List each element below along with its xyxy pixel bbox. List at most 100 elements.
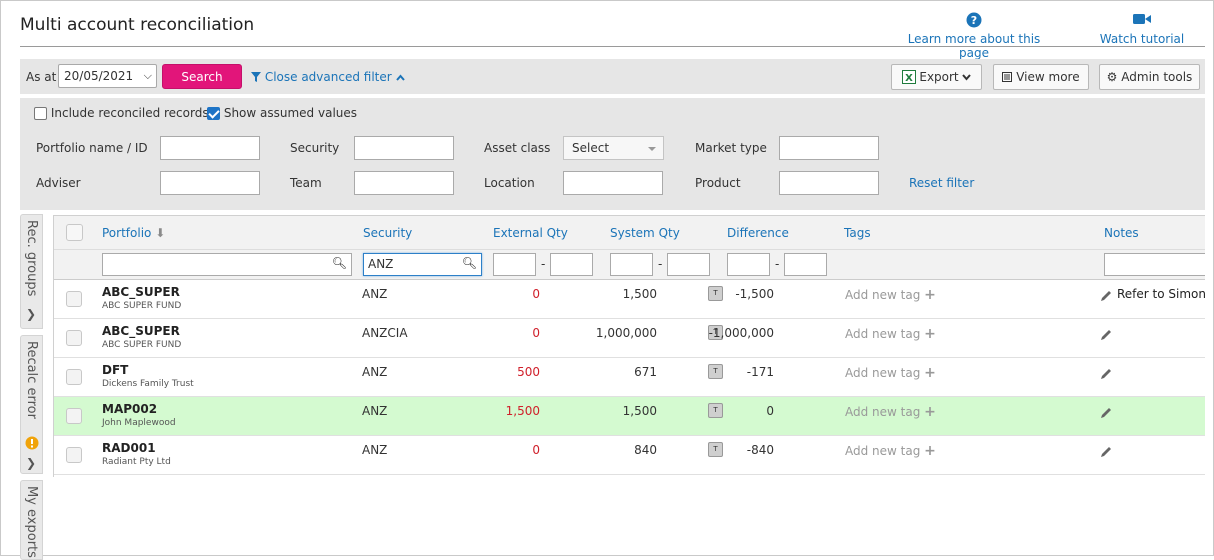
add-tag-label: Add new tag bbox=[845, 366, 921, 380]
system-qty-min-filter[interactable] bbox=[610, 253, 653, 276]
system-qty-cell: 671 bbox=[634, 365, 657, 379]
row-checkbox[interactable] bbox=[66, 447, 82, 463]
column-header-external-qty[interactable]: External Qty bbox=[493, 226, 568, 240]
external-qty-cell: 0 bbox=[532, 287, 540, 301]
add-tag-label: Add new tag bbox=[845, 444, 921, 458]
search-button[interactable]: Search bbox=[162, 64, 242, 89]
include-reconciled-label: Include reconciled records bbox=[50, 106, 209, 120]
row-checkbox[interactable] bbox=[66, 330, 82, 346]
security-cell: ANZ bbox=[362, 287, 388, 301]
plus-icon: + bbox=[924, 287, 936, 303]
plus-icon: + bbox=[924, 443, 936, 459]
difference-cell: -1,000,000 bbox=[708, 326, 774, 340]
edit-note-pencil-icon[interactable] bbox=[1100, 446, 1112, 461]
portfolio-name: Dickens Family Trust bbox=[102, 379, 194, 389]
portfolio-filter-input[interactable] bbox=[160, 136, 260, 160]
portfolio-name: ABC SUPER FUND bbox=[102, 301, 182, 311]
security-filter-input[interactable] bbox=[354, 136, 454, 160]
table-row[interactable]: RAD001 Radiant Pty Ltd ANZ 0 840 T -840 … bbox=[54, 436, 1205, 475]
show-assumed-checkbox[interactable] bbox=[207, 107, 220, 120]
watch-tutorial-link[interactable]: Watch tutorial bbox=[1099, 12, 1185, 46]
edit-note-pencil-icon[interactable] bbox=[1100, 407, 1112, 422]
portfolio-code[interactable]: DFT bbox=[102, 363, 128, 377]
close-advanced-filter-link[interactable]: Close advanced filter bbox=[251, 70, 405, 84]
portfolio-name: ABC SUPER FUND bbox=[102, 340, 182, 350]
add-tag-button[interactable]: Add new tag + bbox=[845, 287, 936, 303]
view-more-label: View more bbox=[1016, 70, 1080, 84]
side-tab-recalc-error[interactable]: Recalc error ❯ bbox=[20, 335, 43, 474]
table-row[interactable]: ABC_SUPER ABC SUPER FUND ANZ 0 1,500 T -… bbox=[54, 280, 1205, 319]
add-tag-button[interactable]: Add new tag + bbox=[845, 326, 936, 342]
portfolio-column-filter[interactable]: 🔍︎ bbox=[102, 253, 352, 276]
portfolio-code[interactable]: ABC_SUPER bbox=[102, 285, 180, 299]
difference-max-filter[interactable] bbox=[784, 253, 827, 276]
video-camera-icon bbox=[1099, 12, 1185, 30]
column-header-security[interactable]: Security bbox=[363, 226, 412, 240]
row-checkbox[interactable] bbox=[66, 369, 82, 385]
portfolio-code[interactable]: RAD001 bbox=[102, 441, 156, 455]
transaction-badge[interactable]: T bbox=[708, 364, 723, 379]
add-tag-button[interactable]: Add new tag + bbox=[845, 365, 936, 381]
add-tag-button[interactable]: Add new tag + bbox=[845, 404, 936, 420]
caret-down-icon bbox=[648, 147, 656, 151]
show-assumed-option[interactable]: Show assumed values bbox=[207, 106, 357, 120]
add-tag-button[interactable]: Add new tag + bbox=[845, 443, 936, 459]
notes-column-filter[interactable] bbox=[1104, 253, 1205, 276]
toolbar: As at 20/05/2021 ⌵ Search Close advanced… bbox=[20, 59, 1205, 94]
transaction-badge[interactable]: T bbox=[708, 403, 723, 418]
external-qty-min-filter[interactable] bbox=[493, 253, 536, 276]
range-separator: - bbox=[658, 257, 663, 271]
table-row[interactable]: ABC_SUPER ABC SUPER FUND ANZCIA 0 1,000,… bbox=[54, 319, 1205, 358]
column-header-notes[interactable]: Notes bbox=[1104, 226, 1139, 240]
column-header-portfolio[interactable]: Portfolio ⬇ bbox=[102, 226, 165, 240]
add-tag-label: Add new tag bbox=[845, 288, 921, 302]
portfolio-code[interactable]: MAP002 bbox=[102, 402, 157, 416]
table-row[interactable]: DFT Dickens Family Trust ANZ 500 671 T -… bbox=[54, 358, 1205, 397]
side-tab-my-exports[interactable]: My exports bbox=[20, 480, 43, 560]
column-header-system-qty[interactable]: System Qty bbox=[610, 226, 680, 240]
transaction-badge[interactable]: T bbox=[708, 286, 723, 301]
select-all-checkbox[interactable] bbox=[66, 224, 83, 241]
learn-more-link[interactable]: ? Learn more about this page bbox=[894, 12, 1054, 60]
security-column-filter[interactable]: ANZ 🔍︎ bbox=[363, 253, 482, 276]
difference-min-filter[interactable] bbox=[727, 253, 770, 276]
row-checkbox[interactable] bbox=[66, 291, 82, 307]
svg-text:?: ? bbox=[971, 14, 977, 27]
portfolio-name: John Maplewood bbox=[102, 418, 176, 428]
column-header-tags[interactable]: Tags bbox=[844, 226, 871, 240]
transaction-badge[interactable]: T bbox=[708, 442, 723, 457]
grid-header: Portfolio ⬇ Security External Qty System… bbox=[54, 216, 1205, 250]
row-checkbox[interactable] bbox=[66, 408, 82, 424]
product-filter-input[interactable] bbox=[779, 171, 879, 195]
system-qty-max-filter[interactable] bbox=[667, 253, 710, 276]
edit-note-pencil-icon[interactable] bbox=[1100, 290, 1112, 305]
advanced-filter-label: Close advanced filter bbox=[264, 70, 392, 84]
view-more-button[interactable]: View more bbox=[993, 64, 1089, 90]
portfolio-code[interactable]: ABC_SUPER bbox=[102, 324, 180, 338]
edit-note-pencil-icon[interactable] bbox=[1100, 368, 1112, 383]
page-title: Multi account reconciliation bbox=[20, 15, 255, 35]
chevron-down-icon bbox=[962, 70, 972, 84]
column-header-difference[interactable]: Difference bbox=[727, 226, 789, 240]
as-at-date-select[interactable]: 20/05/2021 ⌵ bbox=[58, 64, 157, 88]
location-filter-input[interactable] bbox=[563, 171, 663, 195]
grid-filter-row: 🔍︎ ANZ 🔍︎ - - - bbox=[54, 250, 1205, 280]
include-reconciled-option[interactable]: Include reconciled records bbox=[34, 106, 209, 120]
market-type-input[interactable] bbox=[779, 136, 879, 160]
export-button[interactable]: X Export bbox=[891, 64, 982, 90]
reset-filter-link[interactable]: Reset filter bbox=[909, 176, 974, 190]
search-icon: 🔍︎ bbox=[331, 256, 347, 270]
chevron-right-icon: ❯ bbox=[26, 307, 37, 321]
asset-class-select[interactable]: Select bbox=[563, 136, 664, 160]
include-reconciled-checkbox[interactable] bbox=[34, 107, 47, 120]
side-tab-rec-groups[interactable]: Rec. groups ❯ bbox=[20, 214, 43, 329]
external-qty-max-filter[interactable] bbox=[550, 253, 593, 276]
adviser-filter-label: Adviser bbox=[36, 176, 81, 190]
edit-note-pencil-icon[interactable] bbox=[1100, 329, 1112, 344]
table-row[interactable]: MAP002 John Maplewood ANZ 1,500 1,500 T … bbox=[54, 397, 1205, 436]
admin-tools-button[interactable]: ⚙ Admin tools bbox=[1099, 64, 1200, 90]
external-qty-cell: 1,500 bbox=[505, 404, 540, 418]
difference-cell: -840 bbox=[746, 443, 774, 457]
team-filter-input[interactable] bbox=[354, 171, 454, 195]
adviser-filter-input[interactable] bbox=[160, 171, 260, 195]
